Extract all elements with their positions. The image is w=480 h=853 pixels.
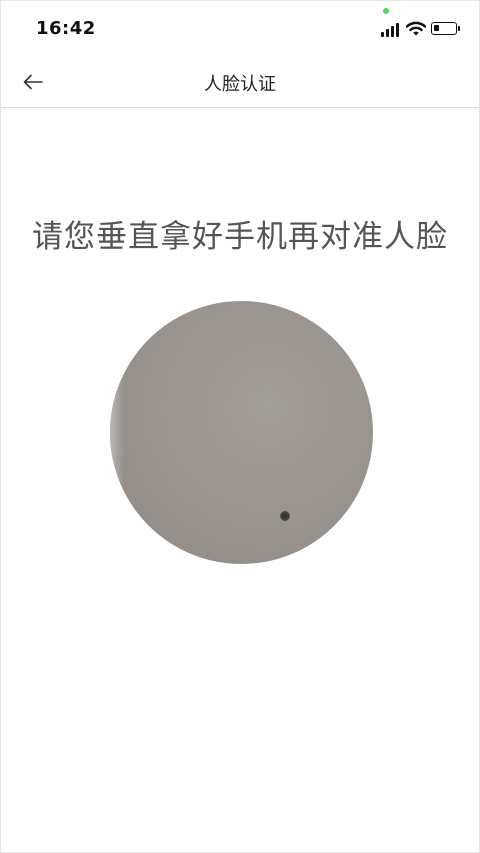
instruction-text: 请您垂直拿好手机再对准人脸 bbox=[32, 219, 448, 255]
camera-preview bbox=[110, 301, 373, 564]
camera-preview-spot bbox=[280, 511, 290, 521]
camera-preview-edge bbox=[110, 301, 124, 564]
face-verification-screen: 16:42 人脸认证 请您垂直拿好手机再对准人脸 bbox=[0, 0, 480, 853]
battery-icon bbox=[431, 22, 457, 35]
page-title: 人脸认证 bbox=[204, 74, 276, 95]
battery-cap bbox=[458, 26, 460, 31]
navigation-bar: 人脸认证 bbox=[1, 57, 479, 108]
status-bar: 16:42 bbox=[1, 1, 479, 57]
wifi-icon bbox=[406, 21, 426, 36]
status-time: 16:42 bbox=[36, 18, 96, 39]
signal-icon bbox=[381, 23, 401, 37]
privacy-indicator-dot bbox=[383, 8, 389, 14]
